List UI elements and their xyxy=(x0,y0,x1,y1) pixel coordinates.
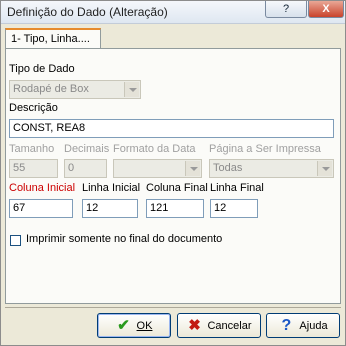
pagina-a-ser-impressa-label: Página a Ser Impressa xyxy=(209,143,321,155)
x-icon: ✖ xyxy=(188,316,201,334)
cancel-button[interactable]: ✖ Cancelar xyxy=(177,313,261,338)
chevron-down-icon[interactable] xyxy=(185,161,200,176)
linha-inicial-label: Linha Inicial xyxy=(82,182,141,194)
linha-final-label: Linha Final xyxy=(210,182,264,194)
tamanho-input[interactable]: 55 xyxy=(9,159,58,178)
imprimir-final-label: Imprimir somente no final do documento xyxy=(26,233,223,245)
pagina-a-ser-impressa-select[interactable]: Todas xyxy=(209,159,334,178)
window-title: Definição do Dado (Alteração) xyxy=(7,5,168,19)
tab-panel: Tipo de Dado Rodapé de Box Descrição CON… xyxy=(5,48,341,304)
chevron-down-icon[interactable] xyxy=(317,161,332,176)
decimais-label: Decimais xyxy=(64,143,110,155)
question-icon: ? xyxy=(281,316,292,334)
cancel-button-label: Cancelar xyxy=(207,319,252,332)
decimais-input[interactable]: 0 xyxy=(64,159,107,178)
tab-tipo-linha[interactable]: 1- Tipo, Linha.... xyxy=(5,28,101,49)
help-title-button[interactable]: ? xyxy=(265,1,307,18)
tipo-de-dado-label: Tipo de Dado xyxy=(9,63,75,75)
linha-inicial-input[interactable]: 12 xyxy=(82,199,138,218)
coluna-inicial-input[interactable]: 67 xyxy=(9,199,73,218)
help-button-label: Ajuda xyxy=(299,319,328,332)
help-button[interactable]: ? Ajuda xyxy=(266,313,340,338)
coluna-final-input[interactable]: 121 xyxy=(146,199,204,218)
tipo-de-dado-value: Rodapé de Box xyxy=(13,83,89,95)
button-separator xyxy=(5,307,341,308)
descricao-label: Descrição xyxy=(9,102,58,114)
chevron-down-icon[interactable] xyxy=(124,82,139,97)
pagina-a-ser-impressa-value: Todas xyxy=(213,162,243,174)
title-bar[interactable]: Definição do Dado (Alteração) ? X xyxy=(1,1,345,24)
ok-button-label: OK xyxy=(136,319,153,332)
descricao-input[interactable]: CONST, REA8 xyxy=(9,119,334,138)
formato-da-data-label: Formato da Data xyxy=(113,143,196,155)
checkmark-icon: ✔ xyxy=(117,316,130,334)
tamanho-label: Tamanho xyxy=(9,143,55,155)
close-button[interactable]: X xyxy=(308,1,344,18)
coluna-final-label: Coluna Final xyxy=(146,182,208,194)
ok-button[interactable]: ✔ OK xyxy=(97,313,171,338)
dialog-window: Definição do Dado (Alteração) ? X 1- Tip… xyxy=(0,0,346,346)
formato-da-data-select[interactable] xyxy=(113,159,202,178)
linha-final-input[interactable]: 12 xyxy=(210,199,258,218)
tipo-de-dado-select[interactable]: Rodapé de Box xyxy=(9,80,141,99)
imprimir-final-checkbox[interactable] xyxy=(10,235,21,246)
coluna-inicial-label: Coluna Inicial xyxy=(9,182,76,194)
